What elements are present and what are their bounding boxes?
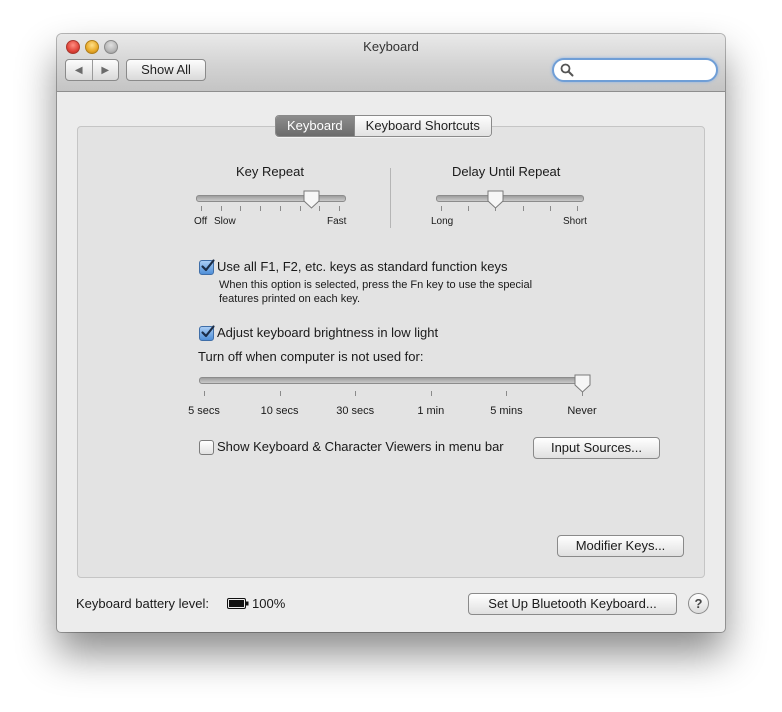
slider-tick bbox=[522, 206, 524, 211]
turn-off-tick-label: 5 secs bbox=[188, 405, 220, 417]
slider-tick bbox=[430, 391, 432, 396]
bluetooth-setup-button[interactable]: Set Up Bluetooth Keyboard... bbox=[468, 593, 677, 615]
slider-tick bbox=[506, 391, 508, 396]
turn-off-slider-track[interactable] bbox=[199, 377, 589, 384]
function-keys-checkbox[interactable] bbox=[199, 259, 215, 275]
slider-tick bbox=[279, 391, 281, 396]
slider-tick bbox=[441, 206, 442, 211]
adjust-brightness-checkbox[interactable] bbox=[199, 325, 215, 341]
back-button[interactable]: ◀ bbox=[66, 60, 92, 80]
modifier-keys-button[interactable]: Modifier Keys... bbox=[557, 535, 684, 557]
show-viewers-label: Show Keyboard & Character Viewers in men… bbox=[217, 439, 504, 454]
slider-tick bbox=[204, 391, 205, 396]
function-keys-hint-line-2: features printed on each key. bbox=[219, 293, 361, 305]
battery-level-value: 100% bbox=[252, 596, 286, 611]
back-arrow-icon: ◀ bbox=[74, 64, 83, 76]
window-title: Keyboard bbox=[363, 39, 419, 54]
slider-tick bbox=[201, 206, 202, 211]
key-repeat-slider-track[interactable] bbox=[196, 195, 346, 202]
checkmark-icon bbox=[201, 259, 215, 272]
turn-off-tick-label: 5 mins bbox=[490, 405, 523, 417]
slider-tick bbox=[355, 391, 357, 396]
key-repeat-slider-knob[interactable] bbox=[303, 190, 320, 209]
slider-tick bbox=[220, 206, 222, 211]
forward-arrow-icon: ▶ bbox=[101, 64, 110, 76]
key-repeat-slow-label: Slow bbox=[214, 216, 236, 227]
battery-level-label: Keyboard battery level: bbox=[76, 596, 209, 611]
key-repeat-title: Key Repeat bbox=[236, 164, 304, 179]
delay-until-repeat-slider-knob[interactable] bbox=[487, 190, 504, 209]
input-sources-button[interactable]: Input Sources... bbox=[533, 437, 660, 459]
slider-tick bbox=[299, 206, 301, 211]
slider-tick bbox=[468, 206, 470, 211]
tab-bar: Keyboard Keyboard Shortcuts bbox=[275, 115, 492, 137]
function-keys-hint-line-1: When this option is selected, press the … bbox=[219, 279, 533, 291]
search-icon bbox=[560, 63, 574, 77]
turn-off-slider-knob[interactable] bbox=[574, 374, 591, 393]
title-bar: Keyboard ◀ ▶ Show All bbox=[57, 34, 725, 92]
slider-tick bbox=[339, 206, 340, 211]
show-viewers-checkbox[interactable] bbox=[199, 440, 214, 455]
slider-tick bbox=[279, 206, 281, 211]
tab-keyboard-shortcuts[interactable]: Keyboard Shortcuts bbox=[353, 116, 491, 136]
search-field[interactable] bbox=[552, 58, 718, 82]
delay-until-repeat-slider-track[interactable] bbox=[436, 195, 584, 202]
slider-tick bbox=[260, 206, 262, 211]
forward-button[interactable]: ▶ bbox=[91, 60, 119, 80]
function-keys-label: Use all F1, F2, etc. keys as standard fu… bbox=[217, 259, 508, 274]
turn-off-tick-label: 1 min bbox=[417, 405, 445, 417]
turn-off-tick-label: Never bbox=[567, 405, 597, 417]
slider-tick bbox=[240, 206, 242, 211]
turn-off-label: Turn off when computer is not used for: bbox=[198, 349, 424, 364]
help-button[interactable]: ? bbox=[688, 593, 709, 614]
battery-icon bbox=[227, 598, 249, 609]
adjust-brightness-label: Adjust keyboard brightness in low light bbox=[217, 325, 439, 340]
section-divider bbox=[390, 168, 391, 228]
key-repeat-off-label: Off bbox=[194, 216, 208, 227]
show-all-button[interactable]: Show All bbox=[126, 59, 206, 81]
tab-keyboard[interactable]: Keyboard bbox=[276, 116, 354, 136]
turn-off-tick-label: 30 secs bbox=[336, 405, 375, 417]
delay-short-label: Short bbox=[563, 216, 587, 227]
delay-until-repeat-title: Delay Until Repeat bbox=[452, 164, 561, 179]
back-forward-control: ◀ ▶ bbox=[65, 59, 119, 81]
checkmark-icon bbox=[201, 325, 215, 338]
keyboard-preferences-window: Keyboard ◀ ▶ Show All Keyboard Keyboard … bbox=[57, 34, 725, 632]
turn-off-tick-label: 10 secs bbox=[260, 405, 299, 417]
slider-tick bbox=[549, 206, 551, 211]
delay-long-label: Long bbox=[431, 216, 454, 227]
key-repeat-fast-label: Fast bbox=[327, 216, 347, 227]
slider-tick bbox=[577, 206, 578, 211]
